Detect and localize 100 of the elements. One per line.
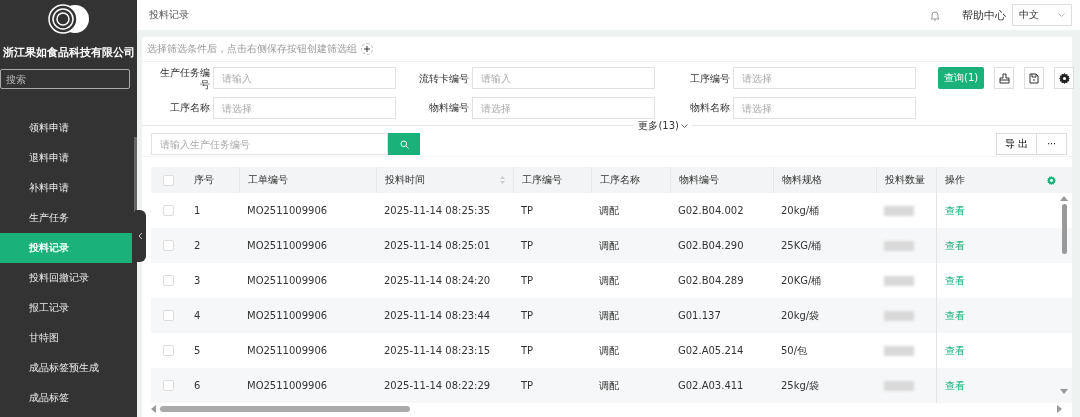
- sort-icon[interactable]: [500, 176, 505, 184]
- table-cell-text: 6: [193, 380, 202, 391]
- export-button[interactable]: 导 出: [995, 133, 1037, 155]
- field-label: 流转卡编号: [418, 73, 469, 85]
- sidebar-item[interactable]: 投料回撤记录: [0, 263, 132, 293]
- scroll-right-icon[interactable]: [1057, 405, 1062, 413]
- checkbox[interactable]: [163, 205, 174, 216]
- scrollbar-thumb[interactable]: [1061, 204, 1067, 254]
- blurred-value: [884, 240, 914, 251]
- table-cell-text: 2: [193, 240, 202, 251]
- table-cell-text: 4: [193, 310, 202, 321]
- table-cell-text: TP: [520, 345, 535, 356]
- checkbox[interactable]: [163, 174, 174, 186]
- table-cell-text: 25kg/袋: [780, 378, 821, 393]
- search-field[interactable]: 搜索: [0, 69, 130, 89]
- chevron-left-icon: [138, 232, 143, 240]
- sidebar-item[interactable]: 补料申请: [0, 173, 132, 203]
- table-cell-text: 2025-11-14 08:22:29: [383, 380, 492, 391]
- chevron-down-icon: [681, 123, 688, 128]
- sidebar-item[interactable]: 成品标签预生成: [0, 353, 132, 383]
- sidebar-item[interactable]: 领料申请: [0, 113, 132, 143]
- bell-icon[interactable]: [930, 9, 940, 21]
- table-cell-text: 20KG/桶: [780, 273, 823, 288]
- settings-icon[interactable]: [1046, 175, 1056, 185]
- input-field[interactable]: 请选择: [733, 67, 916, 89]
- scroll-up-icon[interactable]: [1060, 195, 1068, 201]
- field-label: 生产任务编号: [159, 67, 210, 91]
- table-cell-text: 调配: [598, 378, 620, 393]
- table-cell-text: 调配: [598, 203, 620, 218]
- blurred-value: [884, 310, 914, 321]
- scrollbar-thumb[interactable]: [160, 406, 410, 412]
- language-select[interactable]: 中文: [1012, 4, 1072, 26]
- input-field[interactable]: 请选择: [213, 97, 396, 119]
- checkbox[interactable]: [163, 275, 174, 286]
- table-cell-text: MO2511009906: [246, 205, 329, 216]
- column-header: 投料时间: [385, 173, 425, 187]
- settings-button[interactable]: [1054, 67, 1075, 89]
- column-header: 物料编号: [670, 167, 773, 193]
- table-cell-text: G02.A05.214: [677, 345, 745, 356]
- table-cell-text: 调配: [598, 238, 620, 253]
- blurred-value: [884, 205, 914, 216]
- table-cell-text: 调配: [598, 308, 620, 323]
- table-cell-text: MO2511009906: [246, 380, 329, 391]
- column-header: 投料数量: [876, 167, 936, 193]
- clear-button[interactable]: [994, 67, 1015, 89]
- sidebar-item[interactable]: 退料申请: [0, 143, 132, 173]
- input-field[interactable]: 请选择: [472, 97, 655, 119]
- input-field[interactable]: 请输入: [472, 67, 655, 89]
- logo-icon: [46, 4, 91, 34]
- table-cell-text: G02.A03.411: [677, 380, 745, 391]
- checkbox[interactable]: [163, 310, 174, 321]
- collapse-handle[interactable]: [135, 210, 146, 262]
- table-cell-text: 2025-11-14 08:25:35: [383, 205, 492, 216]
- table-cell-text: G02.B04.289: [677, 275, 745, 286]
- table-cell-text: G02.B04.002: [677, 205, 745, 216]
- help-center-link[interactable]: 帮助中心: [962, 7, 1006, 23]
- checkbox[interactable]: [163, 240, 174, 251]
- field-label: 物料编号: [428, 102, 469, 114]
- column-header: 操作: [936, 167, 1036, 193]
- add-button[interactable]: [361, 43, 373, 55]
- more-filters-toggle[interactable]: 更多(13): [638, 118, 688, 133]
- column-header: 工序名称: [591, 167, 670, 193]
- column-header: 物料规格: [773, 167, 876, 193]
- checkbox[interactable]: [163, 345, 174, 356]
- more-button[interactable]: ···: [1037, 133, 1067, 155]
- company-name: 浙江果如食品科技有限公司: [1, 45, 136, 60]
- table-cell-text: TP: [520, 275, 535, 286]
- table-cell-text: 25KG/桶: [780, 238, 823, 253]
- table-cell-text: TP: [520, 380, 535, 391]
- sidebar-item[interactable]: 报工记录: [0, 293, 132, 323]
- blurred-value: [884, 345, 914, 356]
- breadcrumb[interactable]: 投料记录: [149, 8, 930, 22]
- save-button[interactable]: [1024, 67, 1045, 89]
- column-header: 序号: [193, 173, 215, 187]
- field-label: 工序编号: [689, 73, 730, 85]
- scroll-down-icon[interactable]: [1060, 389, 1068, 395]
- task-search-field[interactable]: 请输入生产任务编号: [151, 133, 388, 155]
- sidebar-item[interactable]: 生产任务: [0, 203, 132, 233]
- input-field[interactable]: 请输入: [213, 67, 396, 89]
- blurred-value: [884, 380, 914, 391]
- blurred-value: [884, 275, 914, 286]
- sidebar-item[interactable]: 甘特图: [0, 323, 132, 353]
- sidebar-item[interactable]: 成品标签: [0, 383, 132, 413]
- table-cell-text: MO2511009906: [246, 310, 329, 321]
- table-cell-text: 1: [193, 205, 202, 216]
- table-cell-text: 50/包: [780, 343, 809, 358]
- scroll-left-icon[interactable]: [151, 405, 156, 413]
- table-cell-text: TP: [520, 205, 535, 216]
- scrollbar-thumb[interactable]: [134, 137, 137, 212]
- table-cell-text: G01.137: [677, 310, 722, 321]
- chevron-down-icon: [1058, 13, 1065, 17]
- checkbox[interactable]: [163, 380, 174, 391]
- table-cell-text: 2025-11-14 08:23:15: [383, 345, 492, 356]
- search-button[interactable]: [388, 133, 420, 155]
- input-field[interactable]: 请选择: [733, 97, 916, 119]
- table-cell-text: TP: [520, 240, 535, 251]
- table-cell-text: G02.B04.290: [677, 240, 745, 251]
- settings-icon: [1058, 72, 1070, 84]
- table-cell-text: 2025-11-14 08:25:01: [383, 240, 492, 251]
- table-cell-text: MO2511009906: [246, 345, 329, 356]
